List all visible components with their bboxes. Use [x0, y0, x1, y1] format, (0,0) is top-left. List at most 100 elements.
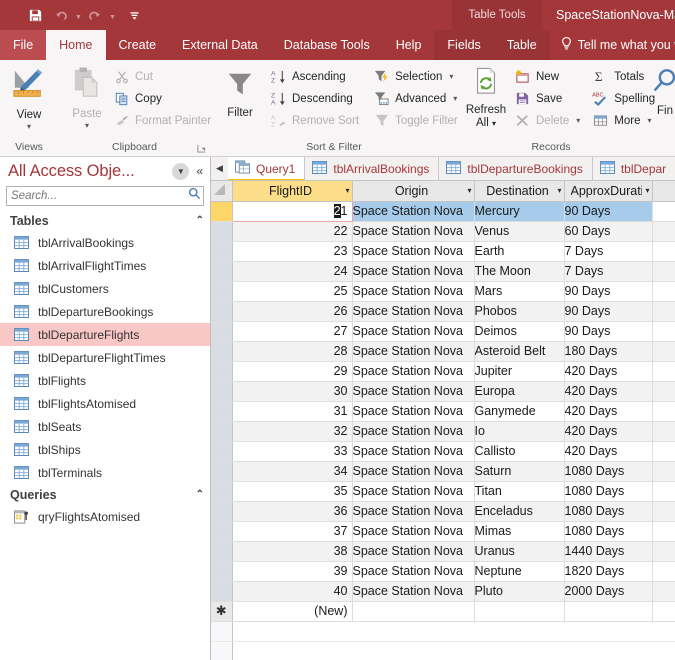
cell-destination[interactable]: Neptune	[474, 561, 565, 582]
cell-destination[interactable]: Venus	[474, 221, 565, 242]
nav-item-tblseats[interactable]: tblSeats	[0, 415, 210, 438]
table-row[interactable]: 31 Space Station Nova Ganymede 420 Days	[211, 401, 675, 422]
cell-flightid[interactable]: 24	[232, 261, 353, 282]
new-record-marker-icon[interactable]: ✱	[211, 601, 233, 622]
nav-item-tbldepartureflights[interactable]: tblDepartureFlights	[0, 323, 210, 346]
cell-origin[interactable]: Space Station Nova	[352, 221, 475, 242]
save-icon[interactable]	[22, 3, 48, 27]
table-row[interactable]: 36 Space Station Nova Enceladus 1080 Day…	[211, 501, 675, 522]
undo-icon[interactable]	[48, 3, 74, 27]
find-button[interactable]: Fin	[648, 65, 675, 118]
cell-aproxduration[interactable]: 60 Days	[564, 221, 653, 242]
delete-chevron-down-icon[interactable]: ▾	[576, 116, 580, 125]
cell-aproxduration[interactable]: 1080 Days	[564, 521, 653, 542]
tab-file[interactable]: File	[0, 30, 47, 60]
cell-flightid[interactable]: 39	[232, 561, 353, 582]
cell-destination[interactable]: Mercury	[474, 201, 565, 222]
cell-flightid[interactable]: 22	[232, 221, 353, 242]
cell-flightid-new[interactable]: (New)	[232, 601, 353, 622]
nav-item-tblarrivalbookings[interactable]: tblArrivalBookings	[0, 231, 210, 254]
cell-aproxduration[interactable]: 180 Days	[564, 341, 653, 362]
ascending-button[interactable]: AZ Ascending	[267, 66, 364, 87]
chevron-down-icon[interactable]: ▼	[172, 162, 190, 180]
cell-origin[interactable]: Space Station Nova	[352, 461, 475, 482]
tab-help[interactable]: Help	[383, 30, 435, 60]
row-selector[interactable]	[211, 301, 233, 322]
advanced-button[interactable]: Advanced ▾	[370, 88, 463, 109]
new-record-button[interactable]: New	[511, 66, 585, 87]
cell-aproxduration[interactable]: 1080 Days	[564, 501, 653, 522]
cell-aproxduration[interactable]: 90 Days	[564, 281, 653, 302]
nav-item-tbldeparturebookings[interactable]: tblDepartureBookings	[0, 300, 210, 323]
cell-destination[interactable]: Earth	[474, 241, 565, 262]
row-selector[interactable]	[211, 421, 233, 442]
cell-destination[interactable]: The Moon	[474, 261, 565, 282]
cell-flightid[interactable]: 30	[232, 381, 353, 402]
column-header-aproxduration[interactable]: ApproxDurati ▾	[564, 181, 653, 202]
row-selector[interactable]	[211, 341, 233, 362]
column-header-origin[interactable]: Origin ▾	[352, 181, 475, 202]
row-selector[interactable]	[211, 241, 233, 262]
cell-origin[interactable]: Space Station Nova	[352, 321, 475, 342]
cell-flightid[interactable]: 34	[232, 461, 353, 482]
double-chevron-left-icon[interactable]: «	[193, 164, 206, 178]
cell-destination[interactable]: Enceladus	[474, 501, 565, 522]
cell-origin[interactable]: Space Station Nova	[352, 521, 475, 542]
tab-external-data[interactable]: External Data	[169, 30, 271, 60]
cell-origin[interactable]: Space Station Nova	[352, 281, 475, 302]
row-selector[interactable]	[211, 441, 233, 462]
navigation-search-box[interactable]	[6, 186, 204, 206]
doc-tab-tbldeparturebookings[interactable]: tblDepartureBookings	[439, 157, 593, 180]
row-selector[interactable]	[211, 561, 233, 582]
table-row[interactable]: 29 Space Station Nova Jupiter 420 Days	[211, 361, 675, 382]
collapse-chevron-up-icon[interactable]: ⌃	[196, 489, 204, 500]
table-row[interactable]: 27 Space Station Nova Deimos 90 Days	[211, 321, 675, 342]
doc-tab-tblarrivalbookings[interactable]: tblArrivalBookings	[305, 157, 440, 180]
cell-destination[interactable]: Io	[474, 421, 565, 442]
column-header-flightid[interactable]: FlightID ▾	[232, 181, 353, 202]
chevron-down-icon[interactable]: ▾	[642, 186, 649, 195]
cell-aproxduration[interactable]: 1080 Days	[564, 481, 653, 502]
view-button[interactable]: View ▾	[6, 65, 52, 133]
save-record-button[interactable]: Save	[511, 88, 585, 109]
doc-tab-tbldepartureflights[interactable]: tblDepar	[592, 157, 675, 180]
row-selector[interactable]	[211, 541, 233, 562]
tab-table[interactable]: Table	[493, 30, 550, 60]
redo-control[interactable]: ▼	[82, 3, 116, 27]
row-selector-current[interactable]	[211, 201, 233, 222]
row-selector[interactable]	[211, 401, 233, 422]
cell-destination[interactable]: Mars	[474, 281, 565, 302]
nav-section-tables[interactable]: Tables ⌃	[0, 210, 210, 231]
cell-destination[interactable]: Saturn	[474, 461, 565, 482]
cell-destination[interactable]: Ganymede	[474, 401, 565, 422]
row-selector[interactable]	[211, 281, 233, 302]
cell-flightid[interactable]: 35	[232, 481, 353, 502]
table-row[interactable]: 21 Space Station Nova Mercury 90 Days	[211, 200, 675, 222]
cell-destination[interactable]: Pluto	[474, 581, 565, 602]
cell-origin[interactable]: Space Station Nova	[352, 241, 475, 262]
cell-flightid[interactable]: 23	[232, 241, 353, 262]
cell-origin[interactable]: Space Station Nova	[352, 261, 475, 282]
table-row[interactable]: 26 Space Station Nova Phobos 90 Days	[211, 301, 675, 322]
clipboard-dialog-launcher-icon[interactable]	[197, 144, 207, 154]
cell-flightid[interactable]: 31	[232, 401, 353, 422]
row-selector[interactable]	[211, 221, 233, 242]
search-icon[interactable]	[188, 187, 201, 205]
cell-flightid[interactable]: 27	[232, 321, 353, 342]
cell-aproxduration[interactable]: 420 Days	[564, 421, 653, 442]
cell-origin[interactable]: Space Station Nova	[352, 301, 475, 322]
refresh-all-button[interactable]: Refresh All ▾	[463, 65, 509, 132]
cell-origin[interactable]: Space Station Nova	[352, 381, 475, 402]
cell-origin[interactable]: Space Station Nova	[352, 481, 475, 502]
cell-origin[interactable]: Space Station Nova	[352, 561, 475, 582]
paste-button[interactable]: Paste ▾	[64, 65, 110, 132]
new-record-row[interactable]: ✱ (New)	[211, 601, 675, 622]
cell-destination[interactable]: Phobos	[474, 301, 565, 322]
table-row[interactable]: 37 Space Station Nova Mimas 1080 Days	[211, 521, 675, 542]
table-row[interactable]: 35 Space Station Nova Titan 1080 Days	[211, 481, 675, 502]
table-row[interactable]: 24 Space Station Nova The Moon 7 Days	[211, 261, 675, 282]
cell-origin-new[interactable]	[352, 601, 475, 622]
cell-destination-new[interactable]	[474, 601, 565, 622]
customize-qat-icon[interactable]	[122, 3, 148, 27]
selection-button[interactable]: Selection ▾	[370, 66, 463, 87]
